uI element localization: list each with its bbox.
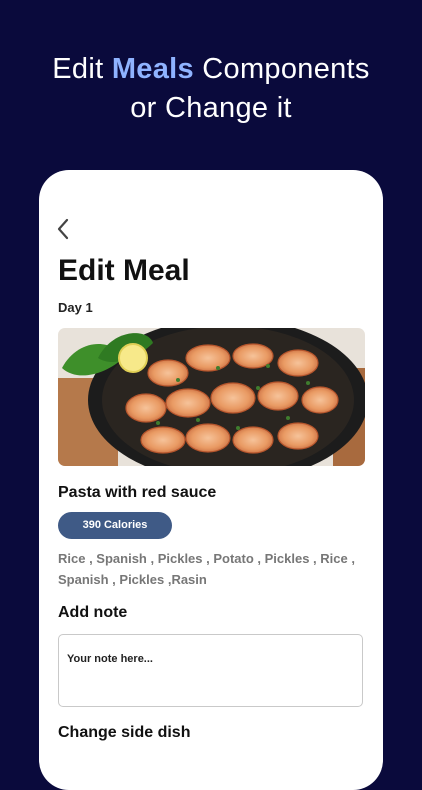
headline-accent-word: Meals: [111, 53, 194, 85]
meal-name: Pasta with red sauce: [58, 484, 217, 501]
chevron-left-icon: [57, 218, 69, 240]
promo-headline: Edit Meals Components or Change it: [0, 50, 422, 128]
components-line-1: Rice , Spanish , Pickles , Potato , Pick…: [58, 551, 355, 566]
headline-line-2: or Change it: [130, 92, 292, 124]
calories-badge: 390 Calories: [58, 512, 172, 539]
note-input[interactable]: Your note here...: [58, 634, 363, 707]
meal-photo: [58, 328, 365, 466]
headline-text-after: Components: [193, 53, 370, 85]
meal-components: Rice , Spanish , Pickles , Potato , Pick…: [58, 548, 368, 590]
day-label: Day 1: [58, 300, 93, 315]
back-button[interactable]: [53, 216, 75, 242]
add-note-label: Add note: [58, 604, 128, 621]
components-line-2: Spanish , Pickles ,Rasin: [58, 572, 207, 587]
headline-line-1: Edit Meals Components: [0, 50, 422, 89]
page-title: Edit Meal: [58, 254, 190, 287]
headline-text-before: Edit: [52, 53, 112, 85]
phone-screen: Edit Meal Day 1 Pasta with red sauce 390…: [39, 170, 383, 790]
change-side-dish-label: Change side dish: [58, 724, 191, 741]
